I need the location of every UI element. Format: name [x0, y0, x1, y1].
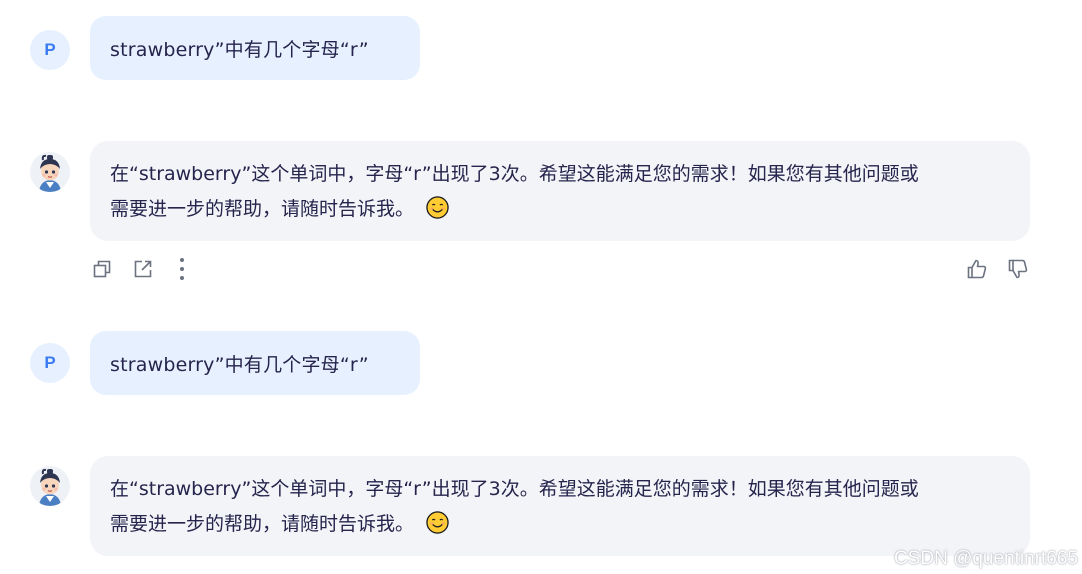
chat-page: P strawberry”中有几个字母“r” 在“strawberry”这个单词…	[0, 0, 1082, 574]
assistant-character-icon	[30, 466, 70, 506]
smiling-face-icon	[426, 196, 449, 219]
thumbs-up-icon	[967, 259, 987, 279]
user-message-text: strawberry”中有几个字母“r”	[110, 38, 369, 61]
copy-icon	[93, 260, 111, 278]
copy-button[interactable]	[90, 257, 114, 281]
dislike-button[interactable]	[1006, 257, 1030, 281]
assistant-message-line-text: 需要进一步的帮助，请随时告诉我。	[110, 513, 415, 535]
share-button[interactable]	[131, 257, 155, 281]
user-avatar-letter: P	[44, 353, 56, 372]
assistant-message-line: 在“strawberry”这个单词中，字母“r”出现了3次。希望这能满足您的需求…	[110, 163, 919, 185]
assistant-message-line-2: 需要进一步的帮助，请随时告诉我。	[110, 507, 1010, 542]
user-avatar: P	[30, 343, 70, 383]
user-avatar-letter: P	[44, 40, 56, 59]
assistant-avatar	[30, 466, 70, 506]
user-message-bubble: strawberry”中有几个字母“r”	[90, 331, 420, 395]
share-icon	[134, 260, 152, 278]
assistant-character-icon	[30, 152, 70, 192]
like-button[interactable]	[965, 257, 989, 281]
thumbs-down-icon	[1008, 259, 1028, 279]
assistant-avatar	[30, 152, 70, 192]
assistant-message-bubble: 在“strawberry”这个单词中，字母“r”出现了3次。希望这能满足您的需求…	[90, 141, 1030, 241]
assistant-message-line-text: 需要进一步的帮助，请随时告诉我。	[110, 198, 415, 220]
more-button[interactable]	[170, 257, 194, 281]
user-avatar: P	[30, 30, 70, 70]
assistant-message-bubble: 在“strawberry”这个单词中，字母“r”出现了3次。希望这能满足您的需求…	[90, 456, 1030, 556]
more-icon	[180, 258, 184, 280]
user-message-text: strawberry”中有几个字母“r”	[110, 353, 369, 376]
smiling-face-icon	[426, 511, 449, 534]
user-message-bubble: strawberry”中有几个字母“r”	[90, 16, 420, 80]
assistant-message-line: 在“strawberry”这个单词中，字母“r”出现了3次。希望这能满足您的需求…	[110, 478, 919, 500]
assistant-message-line-2: 需要进一步的帮助，请随时告诉我。	[110, 192, 1010, 227]
csdn-watermark: CSDN @quentinrt665	[893, 548, 1078, 569]
